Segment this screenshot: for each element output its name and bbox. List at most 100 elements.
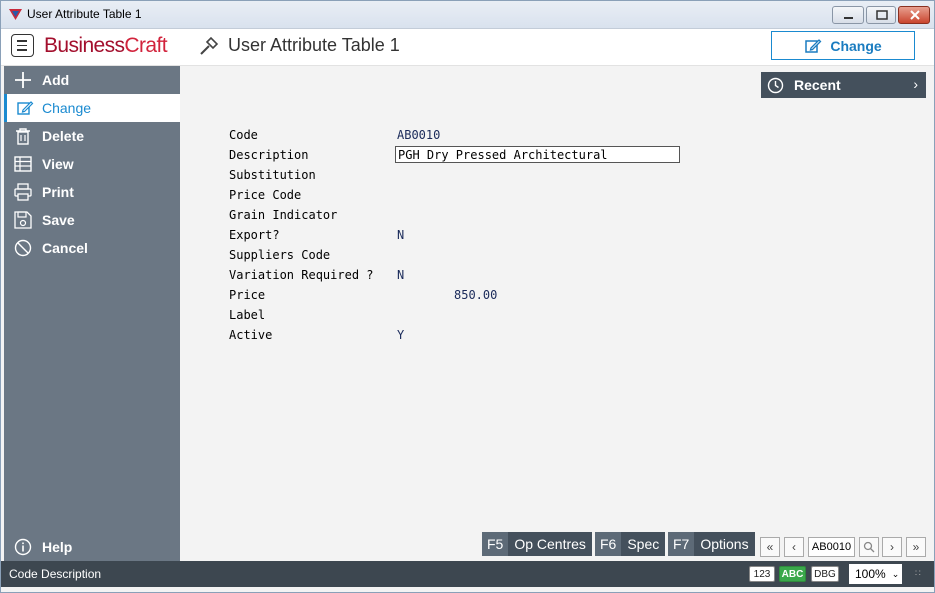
field-label-attr: Label bbox=[229, 306, 729, 326]
sidebar-item-label: Save bbox=[42, 212, 75, 228]
sidebar-item-label: Add bbox=[42, 72, 70, 88]
sidebar-item-label: Print bbox=[42, 184, 74, 200]
double-chevron-left-icon: « bbox=[766, 540, 774, 554]
field-label: Code bbox=[229, 128, 258, 142]
fkey-label: F7 bbox=[668, 532, 695, 556]
price-value[interactable]: 850.00 bbox=[454, 288, 497, 302]
sidebar-item-print[interactable]: Print bbox=[4, 178, 180, 206]
cancel-icon bbox=[4, 234, 42, 262]
fkey-label: F6 bbox=[595, 532, 622, 556]
previous-record-button[interactable]: ‹ bbox=[784, 537, 804, 557]
app-header: BusinessCraft User Attribute Table 1 Cha… bbox=[1, 29, 934, 66]
next-record-button[interactable]: › bbox=[882, 537, 902, 557]
sidebar-item-label: Cancel bbox=[42, 240, 88, 256]
code-value: AB0010 bbox=[397, 128, 441, 142]
search-record-button[interactable] bbox=[859, 537, 879, 557]
recent-label: Recent bbox=[794, 77, 841, 93]
field-export: Export? N bbox=[229, 226, 729, 246]
sidebar: Add Change Delete View Print Save Cancel bbox=[4, 66, 180, 561]
hamburger-menu-icon[interactable] bbox=[11, 34, 34, 57]
debug-badge[interactable]: DBG bbox=[811, 566, 839, 582]
chevron-right-icon: › bbox=[913, 76, 918, 92]
sidebar-item-delete[interactable]: Delete bbox=[4, 122, 180, 150]
help-button[interactable]: Help bbox=[4, 533, 180, 561]
status-bar: Code Description 123 ABC DBG 100% ⌄ ∷ bbox=[1, 561, 934, 587]
field-label: Price bbox=[229, 288, 266, 302]
field-price-code: Price Code bbox=[229, 186, 729, 206]
maximize-button[interactable] bbox=[866, 6, 896, 24]
printer-icon bbox=[4, 178, 42, 206]
first-record-button[interactable]: « bbox=[760, 537, 780, 557]
field-grain-indicator: Grain Indicator bbox=[229, 206, 729, 226]
field-label: Suppliers Code bbox=[229, 248, 331, 262]
change-button-label: Change bbox=[830, 37, 882, 54]
edit-icon bbox=[805, 38, 822, 53]
plus-icon bbox=[4, 66, 42, 94]
sidebar-item-cancel[interactable]: Cancel bbox=[4, 234, 180, 262]
field-label: Price Code bbox=[229, 188, 302, 202]
status-text: Code Description bbox=[9, 567, 102, 581]
search-icon bbox=[863, 541, 875, 553]
resize-grip-icon[interactable]: ∷ bbox=[915, 568, 921, 579]
save-icon bbox=[4, 206, 42, 234]
sidebar-item-save[interactable]: Save bbox=[4, 206, 180, 234]
chevron-left-icon: ‹ bbox=[792, 540, 796, 554]
field-code: Code AB0010 bbox=[229, 126, 729, 146]
recent-panel-toggle[interactable]: Recent › bbox=[761, 72, 926, 98]
app-logo-icon bbox=[9, 9, 22, 20]
chevron-right-icon: › bbox=[890, 540, 894, 554]
sidebar-item-label: View bbox=[42, 156, 74, 172]
field-description: Description PGH Dry Pressed Architectura… bbox=[229, 146, 729, 166]
last-record-button[interactable]: » bbox=[906, 537, 926, 557]
edit-icon bbox=[7, 94, 42, 122]
trash-icon bbox=[4, 122, 42, 150]
businesscraft-logo: BusinessCraft bbox=[44, 34, 168, 57]
numeric-mode-badge[interactable]: 123 bbox=[749, 566, 775, 582]
fkey-label: F5 bbox=[482, 532, 509, 556]
active-value[interactable]: Y bbox=[397, 328, 404, 342]
minimize-button[interactable] bbox=[832, 6, 864, 24]
field-suppliers-code: Suppliers Code bbox=[229, 246, 729, 266]
zoom-select[interactable]: 100% ⌄ bbox=[849, 564, 902, 584]
fkey-text: Op Centres bbox=[514, 536, 586, 552]
table-icon bbox=[4, 150, 42, 178]
chevron-down-icon: ⌄ bbox=[891, 568, 900, 579]
help-label: Help bbox=[42, 539, 73, 555]
field-label: Variation Required ? bbox=[229, 268, 374, 282]
f5-op-centres-button[interactable]: F5 Op Centres bbox=[482, 532, 592, 556]
field-price: Price 850.00 bbox=[229, 286, 729, 306]
clock-icon bbox=[761, 77, 789, 94]
sidebar-item-view[interactable]: View bbox=[4, 150, 180, 178]
field-substitution: Substitution bbox=[229, 166, 729, 186]
field-label: Substitution bbox=[229, 168, 316, 182]
export-value[interactable]: N bbox=[397, 228, 404, 242]
f6-spec-button[interactable]: F6 Spec bbox=[595, 532, 666, 556]
description-input[interactable]: PGH Dry Pressed Architectural bbox=[395, 146, 680, 163]
close-button[interactable] bbox=[898, 6, 930, 24]
app-window: User Attribute Table 1 BusinessCraft Use… bbox=[0, 0, 935, 593]
page-title: User Attribute Table 1 bbox=[228, 35, 400, 55]
sidebar-item-label: Delete bbox=[42, 128, 85, 144]
field-label: Grain Indicator bbox=[229, 208, 338, 222]
fkey-text: Options bbox=[700, 536, 749, 552]
f7-options-button[interactable]: F7 Options bbox=[668, 532, 755, 556]
field-label: Export? bbox=[229, 228, 280, 242]
window-title: User Attribute Table 1 bbox=[27, 7, 142, 21]
variation-required-value[interactable]: N bbox=[397, 268, 404, 282]
double-chevron-right-icon: » bbox=[912, 540, 920, 554]
text-mode-badge[interactable]: ABC bbox=[779, 566, 806, 582]
fkey-text: Spec bbox=[627, 536, 660, 552]
sidebar-item-change[interactable]: Change bbox=[4, 94, 180, 122]
field-label: Label bbox=[229, 308, 266, 322]
hammer-icon bbox=[200, 36, 219, 55]
zoom-value: 100% bbox=[855, 567, 886, 581]
change-button[interactable]: Change bbox=[771, 31, 915, 60]
sidebar-item-add[interactable]: Add bbox=[4, 66, 180, 94]
record-navigator-input[interactable]: AB0010 bbox=[808, 537, 855, 557]
field-active: Active Y bbox=[229, 326, 729, 346]
info-icon bbox=[4, 538, 42, 556]
field-variation-required: Variation Required ? N bbox=[229, 266, 729, 286]
field-label: Active bbox=[229, 328, 273, 342]
sidebar-item-label: Change bbox=[42, 100, 92, 116]
field-label: Description bbox=[229, 148, 309, 162]
